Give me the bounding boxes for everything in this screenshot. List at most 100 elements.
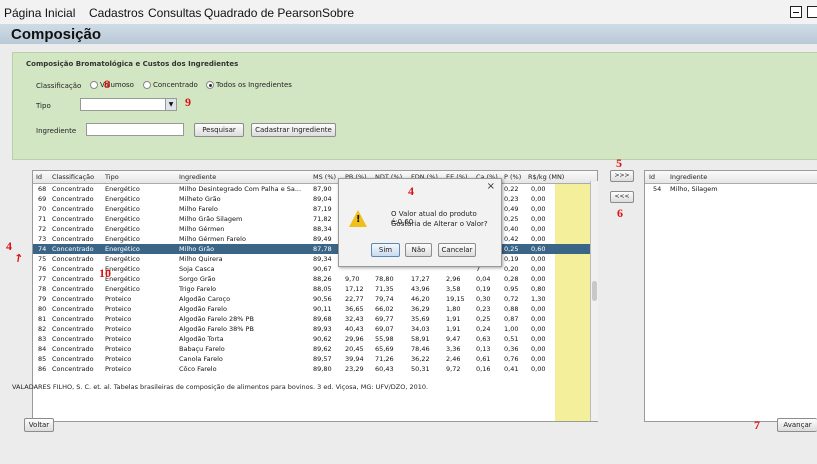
- table-row[interactable]: 79 Concentrado Proteico Algodão Caroço 90,56…: [33, 294, 597, 304]
- table-row[interactable]: 76 Concentrado Energético Soja Casca 90,67 7 0…: [33, 264, 597, 274]
- table-row[interactable]: 83 Concentrado Proteico Algodão Torta 90,62 2…: [33, 334, 597, 344]
- table-row[interactable]: 80 Concentrado Proteico Algodão Farelo 90,11…: [33, 304, 597, 314]
- menu-sobre[interactable]: Sobre: [322, 6, 354, 20]
- table-cell: Concentrado: [52, 305, 94, 313]
- table-cell: Milho Farelo: [179, 205, 218, 213]
- table-row[interactable]: 71 Concentrado Energético Milho Grão Silage…: [33, 214, 597, 224]
- add-ingredient-button[interactable]: >>>: [610, 170, 634, 182]
- voltar-button[interactable]: Voltar: [24, 418, 54, 432]
- radio-todos-ingredientes[interactable]: [206, 81, 214, 89]
- menu-quadrado-de-pearson[interactable]: Quadrado de Pearson: [204, 6, 322, 20]
- table-cell: 0,51: [504, 335, 519, 343]
- avancar-button[interactable]: Avançar: [777, 418, 817, 432]
- table-cell: 0,40: [504, 225, 519, 233]
- column-header[interactable]: Id: [649, 173, 655, 181]
- table-row[interactable]: 54 Milho, Silagem: [645, 184, 816, 194]
- annotation-mark: 5: [616, 156, 622, 170]
- table-row[interactable]: 81 Concentrado Proteico Algodão Farelo 28% …: [33, 314, 597, 324]
- table-cell: 76: [38, 265, 47, 273]
- menu-pagina-inicial[interactable]: Página Inicial: [4, 6, 75, 20]
- annotation-mark: 9: [185, 95, 191, 109]
- table-scrollbar[interactable]: [590, 181, 598, 421]
- table-cell: 60,43: [375, 365, 394, 373]
- table-cell: 71,82: [313, 215, 332, 223]
- column-header[interactable]: R$/kg (MN): [528, 173, 564, 181]
- menu-cadastros[interactable]: Cadastros: [89, 6, 144, 20]
- table-cell: 58,91: [411, 335, 430, 343]
- table-cell: 0,23: [504, 195, 519, 203]
- table-header: Id Classificação Tipo Ingrediente MS (%)…: [33, 171, 597, 184]
- radio-todos-ingredientes-label[interactable]: Todos os Ingredientes: [216, 81, 292, 89]
- table-cell: Concentrado: [52, 195, 94, 203]
- table-cell: Algodão Caroço: [179, 295, 231, 303]
- ingrediente-input[interactable]: [86, 123, 184, 136]
- table-row[interactable]: 77 Concentrado Energético Sorgo Grão 88,26 9,…: [33, 274, 597, 284]
- table-cell: 43,96: [411, 285, 430, 293]
- table-cell: Milho Gérmen Farelo: [179, 235, 246, 243]
- table-row[interactable]: 74ConcentradoEnergéticoMilho Grão87,7830…: [33, 244, 597, 254]
- pesquisar-button[interactable]: Pesquisar: [194, 123, 244, 137]
- table-row[interactable]: 82 Concentrado Proteico Algodão Farelo 38% …: [33, 324, 597, 334]
- sim-button[interactable]: Sim: [371, 243, 400, 257]
- table-row[interactable]: 69 Concentrado Energético Milheto Grão 89,04…: [33, 194, 597, 204]
- table-cell: Milho Grão: [179, 245, 215, 253]
- annotation-mark: 4: [408, 184, 414, 198]
- cancelar-button[interactable]: Cancelar: [438, 243, 476, 257]
- table-row[interactable]: 75 Concentrado Energético Milho Quirera 89,3…: [33, 254, 597, 264]
- table-row[interactable]: 68 Concentrado Energético Milho Desintegrad…: [33, 184, 597, 194]
- table-row[interactable]: 78 Concentrado Energético Trigo Farelo 88,05…: [33, 284, 597, 294]
- table-row[interactable]: 84 Concentrado Proteico Babaçu Farelo 89,62 2…: [33, 344, 597, 354]
- table-cell: 0,60: [531, 245, 546, 253]
- table-cell: 89,80: [313, 365, 332, 373]
- table-cell: 1,91: [446, 325, 461, 333]
- table-cell: 66,02: [375, 305, 394, 313]
- table-row[interactable]: 72 Concentrado Energético Milho Gérmen 88,34…: [33, 224, 597, 234]
- table-cell: 39,94: [345, 355, 364, 363]
- table-cell: 0,22: [504, 185, 519, 193]
- table-cell: 0,28: [504, 275, 519, 283]
- column-header[interactable]: MS (%): [313, 173, 336, 181]
- radio-concentrado[interactable]: [143, 81, 151, 89]
- table-cell: 83: [38, 335, 47, 343]
- column-header[interactable]: P (%): [504, 173, 521, 181]
- close-icon[interactable]: ×: [487, 181, 495, 192]
- chevron-down-icon[interactable]: ▼: [165, 99, 176, 110]
- radio-concentrado-label[interactable]: Concentrado: [153, 81, 198, 89]
- table-cell: 75: [38, 255, 47, 263]
- table-cell: 79,74: [375, 295, 394, 303]
- tipo-select[interactable]: ▼: [80, 98, 177, 111]
- table-cell: 88,26: [313, 275, 332, 283]
- cadastrar-ingrediente-button[interactable]: Cadastrar Ingrediente: [251, 123, 336, 137]
- table-cell: Concentrado: [52, 235, 94, 243]
- nao-button[interactable]: Não: [405, 243, 432, 257]
- table-cell: 0,36: [504, 345, 519, 353]
- column-header[interactable]: Tipo: [105, 173, 119, 181]
- maximize-icon[interactable]: [807, 6, 817, 18]
- table-cell: Concentrado: [52, 335, 94, 343]
- scrollbar-thumb[interactable]: [592, 281, 597, 301]
- table-cell: Proteico: [105, 295, 132, 303]
- table-cell: Energético: [105, 195, 140, 203]
- table-cell: 78,80: [375, 275, 394, 283]
- column-header[interactable]: Ingrediente: [179, 173, 216, 181]
- table-row[interactable]: 86 Concentrado Proteico Côco Farelo 89,80 23,…: [33, 364, 597, 374]
- table-row[interactable]: 73 Concentrado Energético Milho Gérmen Fare…: [33, 234, 597, 244]
- selected-table-header: Id Ingrediente: [645, 171, 817, 184]
- annotation-mark: 6: [617, 206, 623, 220]
- column-header[interactable]: Ingrediente: [670, 173, 707, 181]
- remove-ingredient-button[interactable]: <<<: [610, 191, 634, 203]
- radio-volumoso[interactable]: [90, 81, 98, 89]
- table-cell: Energético: [105, 205, 140, 213]
- table-cell: Concentrado: [52, 215, 94, 223]
- table-cell: 0,00: [531, 215, 546, 223]
- table-row[interactable]: 85 Concentrado Proteico Canola Farelo 89,57 3…: [33, 354, 597, 364]
- table-cell: 70: [38, 205, 47, 213]
- minimize-icon[interactable]: [790, 6, 802, 18]
- column-header[interactable]: Classificação: [52, 173, 94, 181]
- table-cell: 0,00: [531, 255, 546, 263]
- menu-consultas[interactable]: Consultas: [148, 6, 201, 20]
- table-cell: Proteico: [105, 355, 132, 363]
- table-row[interactable]: 70 Concentrado Energético Milho Farelo 87,19…: [33, 204, 597, 214]
- column-header[interactable]: Id: [36, 173, 42, 181]
- table-cell: 17,12: [345, 285, 364, 293]
